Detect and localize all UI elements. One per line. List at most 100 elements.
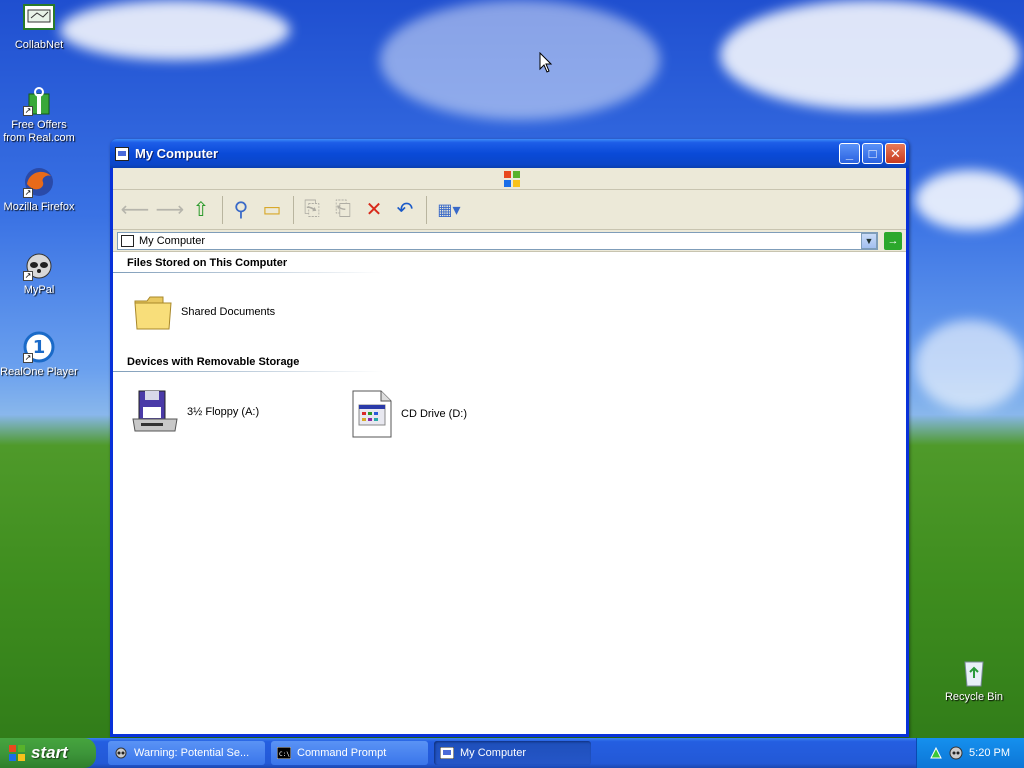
task-command-prompt[interactable]: C:\ Command Prompt — [271, 741, 428, 765]
folders-button[interactable]: ▭ — [258, 196, 286, 224]
address-dropdown-button[interactable]: ▼ — [861, 232, 877, 249]
title-bar[interactable]: My Computer _ □ ✕ — [110, 139, 909, 168]
svg-text:C:\: C:\ — [279, 751, 290, 758]
clock: 5:20 PM — [969, 747, 1010, 759]
shortcut-arrow-icon: ↗ — [23, 106, 33, 116]
network-icon[interactable] — [929, 746, 943, 760]
go-button[interactable]: → — [884, 231, 902, 250]
back-button[interactable]: ⟵ — [120, 196, 150, 224]
delete-x-icon: ✕ — [365, 199, 383, 221]
item-label: Shared Documents — [181, 306, 276, 318]
forward-arrow-icon: ⟶ — [155, 199, 185, 221]
shortcut-arrow-icon: ↗ — [23, 188, 33, 198]
undo-button[interactable]: ↶ — [391, 196, 419, 224]
mouse-cursor-icon — [539, 52, 553, 73]
raccoon-tray-icon[interactable] — [949, 746, 963, 760]
raccoon-icon — [115, 747, 127, 759]
shortcut-arrow-icon: ↗ — [23, 271, 33, 281]
search-icon: ⚲ — [233, 199, 249, 221]
item-label: CD Drive (D:) — [401, 408, 467, 420]
certificate-icon — [23, 4, 55, 36]
raccoon-icon: ↗ — [23, 249, 55, 281]
desktop-icon-label: Mozilla Firefox — [3, 201, 75, 213]
windows-logo-icon — [504, 171, 520, 187]
windows-flag-icon — [9, 745, 25, 761]
desktop-icon-mypal[interactable]: ↗ MyPal — [0, 249, 78, 297]
group-divider — [113, 272, 383, 273]
address-bar: My Computer ▼ → — [113, 230, 906, 252]
item-floppy-drive[interactable]: 3½ Floppy (A:) — [131, 389, 259, 435]
copy-to-icon: ⎗ — [335, 198, 351, 220]
my-computer-icon — [121, 234, 134, 247]
task-warning[interactable]: Warning: Potential Se... — [108, 741, 265, 765]
toolbar: ⟵ ⟶ ⇧ ⚲ ▭ ⎘ ⎗ ✕ ↶ ▦▾ — [113, 190, 906, 230]
toolbar-separator — [293, 195, 294, 224]
menu-bar — [113, 168, 906, 190]
close-button[interactable]: ✕ — [885, 143, 906, 164]
desktop-icon-free-offers[interactable]: ↗ Free Offers from Real.com — [0, 84, 78, 145]
go-arrow-icon: → — [887, 234, 899, 247]
minimize-icon: _ — [845, 146, 854, 161]
up-folder-button[interactable]: ⇧ — [187, 196, 215, 224]
delete-button[interactable]: ✕ — [360, 196, 388, 224]
minimize-button[interactable]: _ — [839, 143, 860, 164]
item-label: 3½ Floppy (A:) — [187, 406, 260, 418]
desktop-icon-recycle-bin[interactable]: Recycle Bin — [935, 656, 1013, 704]
my-computer-window: My Computer _ □ ✕ ⟵ ⟶ ⇧ ⚲ ▭ ⎘ ⎗ ✕ ↶ ▦▾ M… — [110, 139, 909, 737]
maximize-icon: □ — [868, 146, 877, 161]
task-label: Command Prompt — [297, 747, 387, 759]
desktop-icon-label: Recycle Bin — [944, 691, 1004, 703]
group-heading-files: Files Stored on This Computer — [127, 257, 288, 269]
group-heading-removable: Devices with Removable Storage — [127, 356, 300, 368]
my-computer-icon — [115, 146, 129, 161]
recycle-bin-icon — [958, 656, 990, 688]
move-to-icon: ⎘ — [304, 198, 320, 220]
svg-text:1: 1 — [33, 337, 46, 358]
task-label: My Computer — [460, 747, 527, 759]
address-field[interactable]: My Computer ▼ — [117, 231, 878, 250]
up-folder-icon: ⇧ — [192, 199, 210, 221]
task-my-computer[interactable]: My Computer — [434, 741, 591, 765]
command-prompt-icon: C:\ — [277, 747, 291, 759]
item-shared-documents[interactable]: Shared Documents — [133, 293, 275, 331]
move-to-button[interactable]: ⎘ — [298, 196, 326, 224]
window-client: ⟵ ⟶ ⇧ ⚲ ▭ ⎘ ⎗ ✕ ↶ ▦▾ My Computer ▼ → Fil… — [113, 168, 906, 734]
undo-icon: ↶ — [396, 199, 414, 221]
group-divider — [113, 371, 383, 372]
gift-icon: ↗ — [23, 84, 55, 116]
forward-button[interactable]: ⟶ — [155, 196, 185, 224]
task-label: Warning: Potential Se... — [134, 747, 250, 759]
start-button[interactable]: start — [0, 738, 96, 768]
shortcut-arrow-icon: ↗ — [23, 353, 33, 363]
folder-icon — [134, 296, 172, 330]
close-icon: ✕ — [890, 146, 901, 161]
desktop-icon-realone[interactable]: 1 ↗ RealOne Player — [0, 331, 78, 379]
item-cd-drive[interactable]: CD Drive (D:) — [351, 389, 467, 439]
desktop-icon-label: CollabNet — [14, 39, 64, 51]
desktop-icon-label: RealOne Player — [0, 366, 78, 378]
toolbar-separator — [222, 195, 223, 224]
my-computer-icon — [440, 747, 454, 759]
address-value: My Computer — [139, 234, 206, 247]
copy-to-button[interactable]: ⎗ — [329, 196, 357, 224]
system-tray: 5:20 PM — [916, 738, 1024, 768]
toolbar-separator — [426, 195, 427, 224]
realone-icon: 1 ↗ — [23, 331, 55, 363]
taskbar: start Warning: Potential Se... C:\ Comma… — [0, 738, 1024, 768]
cd-drive-icon — [352, 390, 392, 438]
firefox-icon: ↗ — [23, 166, 55, 198]
floppy-drive-icon — [132, 390, 178, 432]
views-icon: ▦▾ — [437, 201, 461, 219]
maximize-button[interactable]: □ — [862, 143, 883, 164]
search-button[interactable]: ⚲ — [227, 196, 255, 224]
desktop-icon-label: Free Offers from Real.com — [3, 119, 75, 144]
views-button[interactable]: ▦▾ — [431, 196, 467, 224]
window-title: My Computer — [135, 146, 219, 161]
folders-icon: ▭ — [262, 199, 282, 221]
desktop-icon-firefox[interactable]: ↗ Mozilla Firefox — [0, 166, 78, 214]
desktop-icon-collabnet[interactable]: CollabNet — [0, 4, 78, 52]
chevron-down-icon: ▼ — [864, 235, 874, 246]
content-area: Files Stored on This Computer Shared Doc… — [113, 253, 906, 734]
start-label: start — [31, 743, 68, 762]
back-arrow-icon: ⟵ — [120, 199, 150, 221]
